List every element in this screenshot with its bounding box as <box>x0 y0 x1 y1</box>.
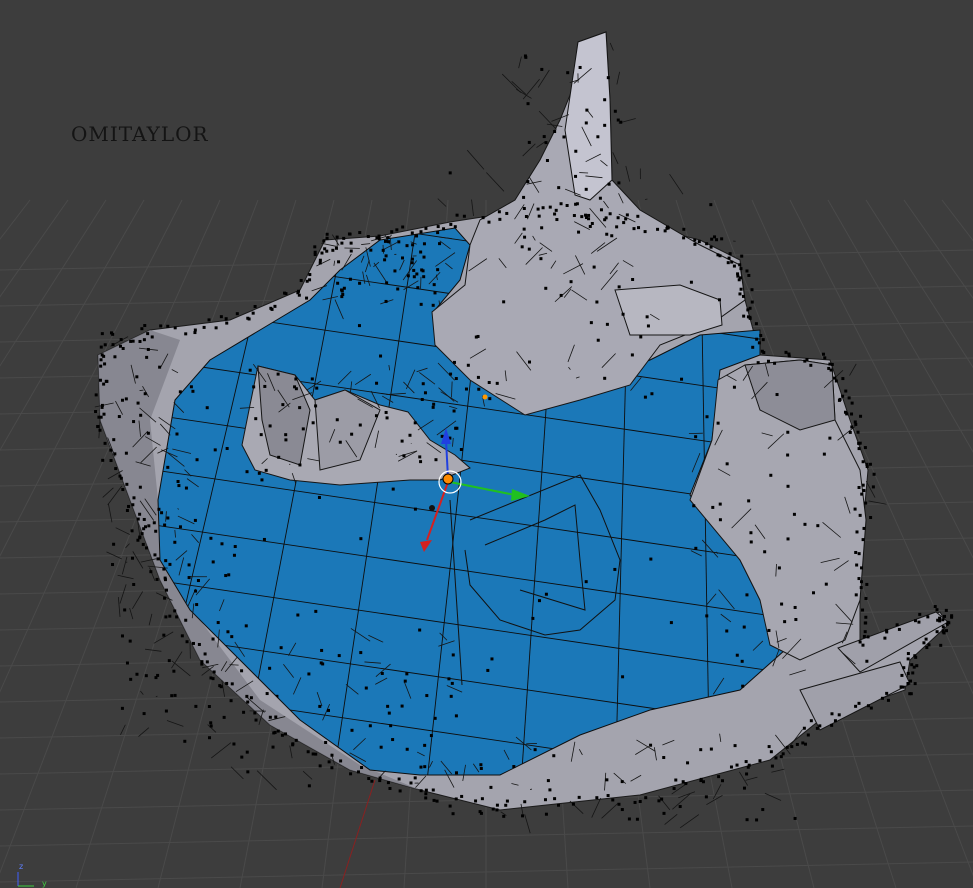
light-pivot <box>482 394 488 400</box>
3d-viewport[interactable]: OMITAYLOR z y <box>0 0 973 888</box>
rock-spire-face <box>564 31 613 201</box>
axis-z-label: z <box>19 862 24 871</box>
view-axis-widget: z y <box>10 860 50 888</box>
object-pivot <box>442 473 454 485</box>
viewport-overlay-text: OMITAYLOR <box>71 122 209 146</box>
axis-y-label: y <box>42 879 47 888</box>
origin-dot <box>429 505 435 511</box>
scene-x-axis-line <box>339 779 376 888</box>
